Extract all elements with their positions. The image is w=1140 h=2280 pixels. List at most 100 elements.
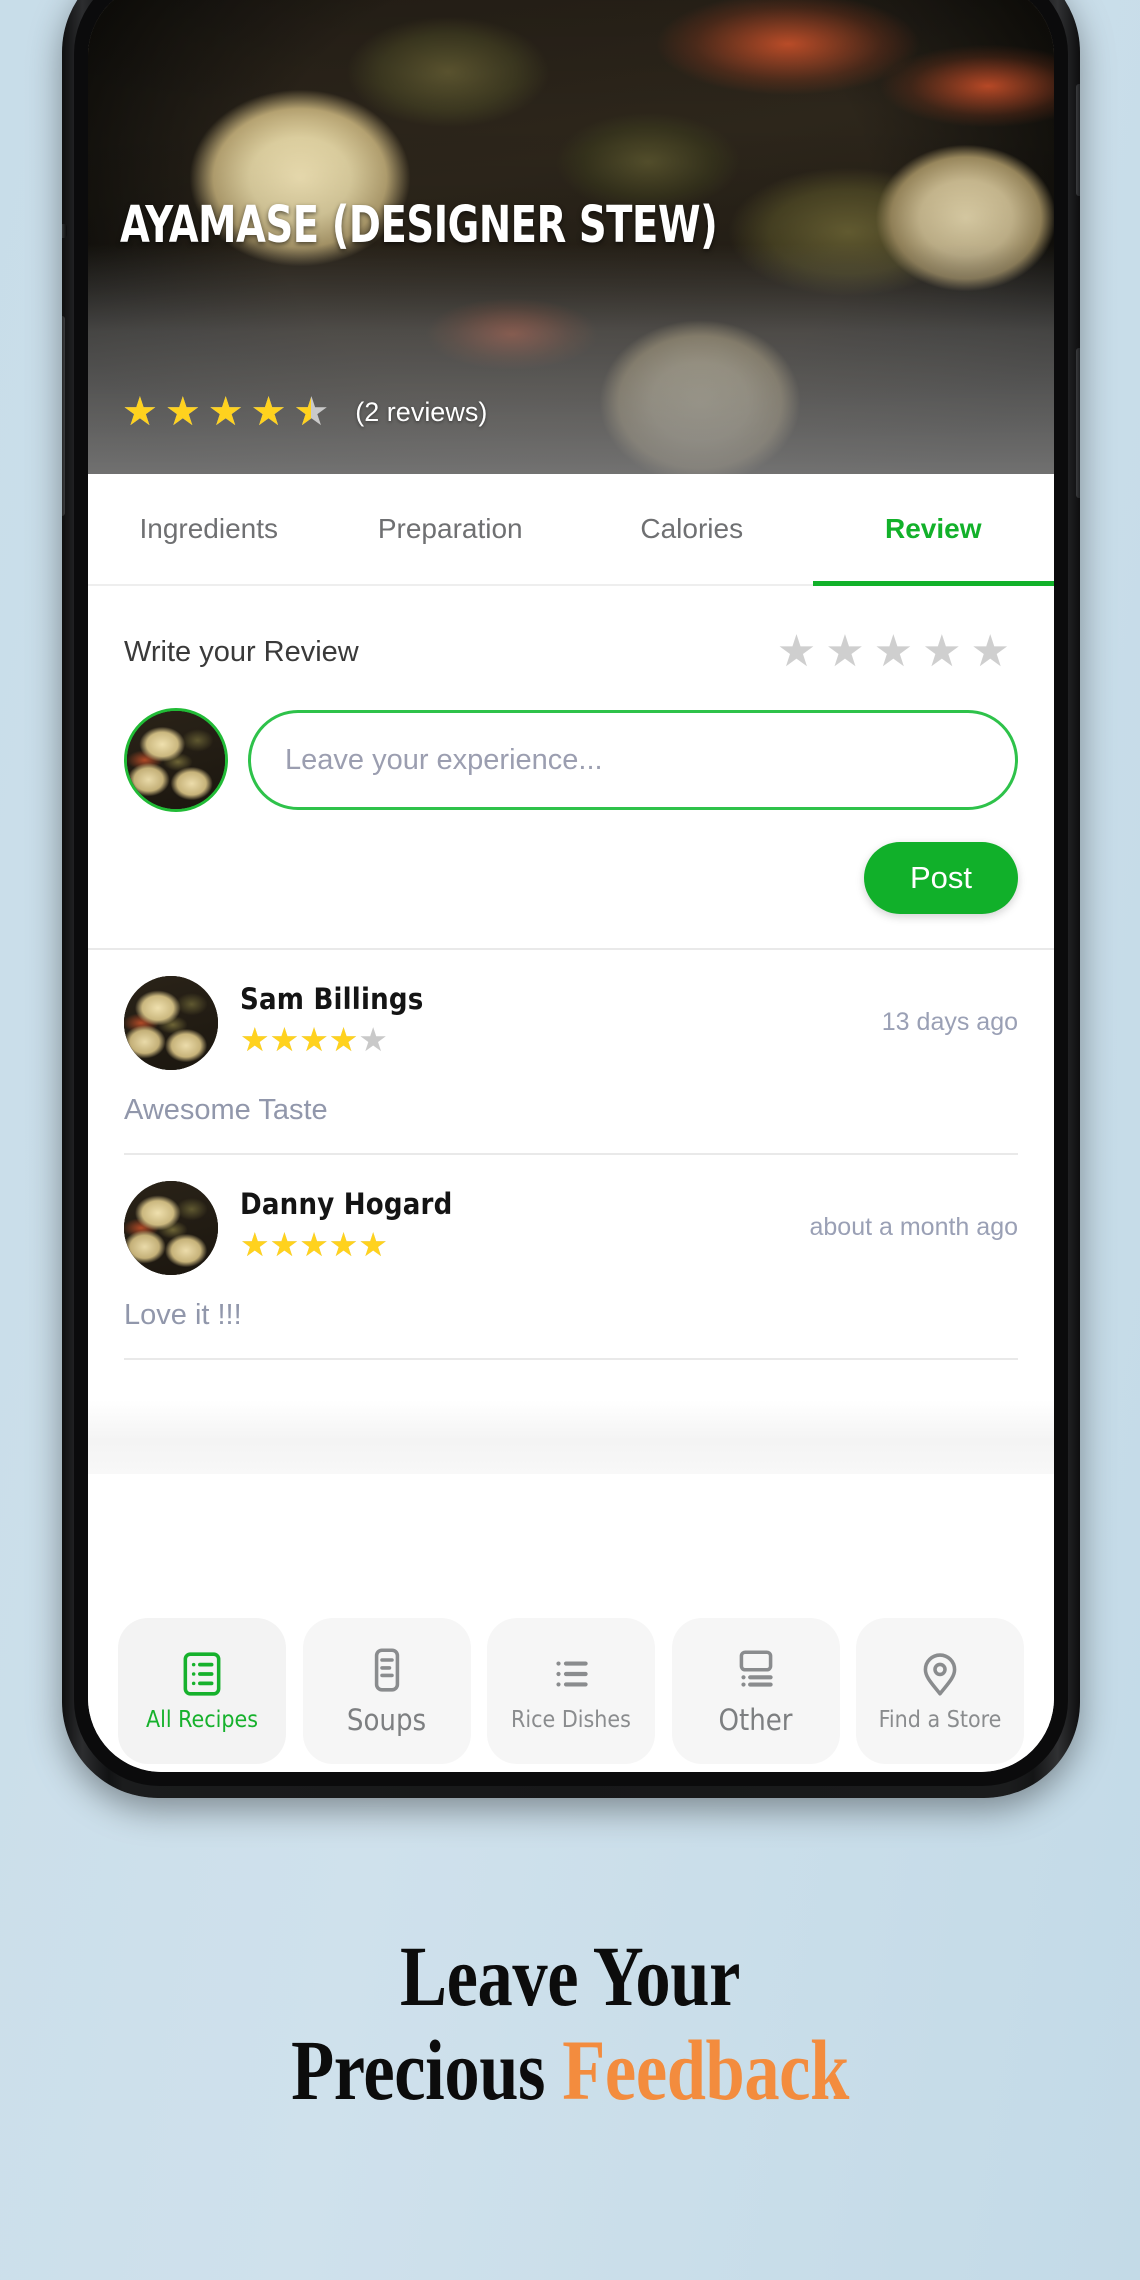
detail-tabs: Ingredients Preparation Calories Review xyxy=(88,474,1054,586)
star-fill: ★ xyxy=(164,392,201,432)
bottom-fade xyxy=(88,1400,1054,1474)
write-review-header: Write your Review ★ ★ ★ ★ ★ xyxy=(124,630,1018,674)
review-meta: Danny Hogard ★ ★ ★ ★ ★ ★ ★ ★ ★ ★ xyxy=(240,1181,453,1261)
star-icon: ★ xyxy=(358,1021,388,1058)
nav-item-label: Other xyxy=(718,1703,793,1737)
star-fill: ★ xyxy=(240,1023,270,1056)
nav-item-label: Find a Store xyxy=(878,1707,1002,1733)
promo-caption: Leave Your Precious Feedback xyxy=(0,1928,1140,2118)
post-button[interactable]: Post xyxy=(863,842,1018,914)
avatar xyxy=(124,708,228,812)
reviewer-name: Sam Billings xyxy=(240,982,424,1016)
review-timestamp: 13 days ago xyxy=(881,1008,1018,1036)
review-header: Sam Billings ★ ★ ★ ★ ★ ★ ★ ★ ★ 13 days ago xyxy=(124,976,1018,1070)
review-text: Awesome Taste xyxy=(124,1094,328,1126)
phone-screen: Ayamase (Designer Stew) ★★★★★★★★★★ (2 re… xyxy=(88,0,1054,1772)
phone-power-button[interactable] xyxy=(1076,84,1080,196)
avatar-photo xyxy=(127,711,225,809)
star-fill: ★ xyxy=(293,392,311,432)
phone-volume-button[interactable] xyxy=(62,316,65,516)
star-icon: ★★ xyxy=(269,1021,300,1058)
recipe-hero: Ayamase (Designer Stew) ★★★★★★★★★★ (2 re… xyxy=(88,0,1054,474)
write-review-section: Write your Review ★ ★ ★ ★ ★ Leave your exper… xyxy=(88,586,1054,950)
star-icon: ★★ xyxy=(240,1021,270,1058)
page-title: Ayamase (Designer Stew) xyxy=(120,196,718,255)
star-icon: ★ xyxy=(922,627,962,676)
star-icon: ★ xyxy=(873,627,914,676)
star-fill: ★ xyxy=(299,1228,329,1261)
review-input-row: Leave your experience... xyxy=(124,708,1018,812)
star-fill: ★ xyxy=(328,1023,359,1056)
tab-label: Calories xyxy=(640,513,744,544)
star-fill: ★ xyxy=(358,1228,388,1261)
review-list: Sam Billings ★ ★ ★ ★ ★ ★ ★ ★ ★ 13 days ago Awesome … xyxy=(88,950,1054,1360)
location-pin-icon xyxy=(923,1653,957,1696)
tab-label: Preparation xyxy=(377,513,523,544)
caption-line-2-plain: Precious xyxy=(291,2021,563,2118)
hero-rating-row: ★★★★★★★★★★ (2 reviews) xyxy=(122,392,487,432)
reviewer-name: Danny Hogard xyxy=(240,1187,453,1221)
recipe-list-icon xyxy=(183,1652,221,1696)
nav-item-label: Rice Dishes xyxy=(511,1707,631,1733)
star-fill: ★ xyxy=(269,1023,300,1056)
nav-item-all-recipes[interactable]: All Recipes xyxy=(118,1618,286,1764)
nav-item-label: All Recipes xyxy=(145,1707,259,1733)
tab-calories[interactable]: Calories xyxy=(571,474,813,584)
star-fill: ★ xyxy=(299,1023,329,1056)
avatar-photo xyxy=(124,976,218,1070)
star-fill: ★ xyxy=(207,392,244,432)
tab-label: Review xyxy=(885,513,982,544)
avatar xyxy=(124,1181,218,1275)
caption-line-1: Leave Your xyxy=(400,1928,740,2024)
star-icon: ★ xyxy=(825,627,865,676)
hero-star-rating: ★★★★★★★★★★ xyxy=(122,392,329,432)
caption-line-2-accent: Feedback xyxy=(562,2021,849,2118)
write-review-label: Write your Review xyxy=(124,635,359,668)
rating-input-stars[interactable]: ★ ★ ★ ★ ★ xyxy=(777,630,1018,674)
star-icon: ★★ xyxy=(328,1021,359,1058)
star-fill: ★ xyxy=(328,1228,359,1261)
star-icon: ★★ xyxy=(293,390,330,434)
star-icon: ★★ xyxy=(269,1226,300,1263)
bulleted-list-icon xyxy=(556,1661,588,1687)
review-star-rating: ★ ★ ★ ★ ★ ★ ★ ★ ★ ★ xyxy=(240,1228,453,1261)
nav-item-soups[interactable]: Soups xyxy=(302,1618,471,1764)
review-text: Love it !!! xyxy=(124,1299,242,1331)
caption-line-2: Precious Feedback xyxy=(103,2021,1038,2118)
star-icon: ★★ xyxy=(250,390,287,434)
star-icon: ★★ xyxy=(328,1226,359,1263)
star-fill: ★ xyxy=(240,1228,270,1261)
star-fill: ★ xyxy=(269,1228,300,1261)
nav-item-rice-dishes[interactable]: Rice Dishes xyxy=(487,1618,655,1764)
post-row: Post xyxy=(124,812,1018,948)
phone-mute-button[interactable] xyxy=(62,224,67,238)
tab-ingredients[interactable]: Ingredients xyxy=(88,474,330,584)
star-icon: ★ xyxy=(776,627,817,676)
review-meta: Sam Billings ★ ★ ★ ★ ★ ★ ★ ★ ★ xyxy=(240,976,423,1056)
review-star-rating: ★ ★ ★ ★ ★ ★ ★ ★ ★ xyxy=(240,1023,423,1056)
review-item: Danny Hogard ★ ★ ★ ★ ★ ★ ★ ★ ★ ★ about a month ago L… xyxy=(124,1155,1018,1360)
star-icon: ★★ xyxy=(240,1226,270,1263)
nav-item-find-a-store[interactable]: Find a Store xyxy=(856,1618,1024,1764)
star-icon: ★★ xyxy=(299,1226,329,1263)
review-input[interactable]: Leave your experience... xyxy=(248,710,1018,810)
star-fill: ★ xyxy=(250,392,287,432)
tab-preparation[interactable]: Preparation xyxy=(330,474,572,584)
review-count-label: (2 reviews) xyxy=(355,396,488,427)
soup-cup-icon xyxy=(374,1648,399,1692)
tab-review[interactable]: Review xyxy=(812,474,1054,586)
phone-side-button[interactable] xyxy=(1076,348,1080,498)
review-timestamp: about a month ago xyxy=(809,1213,1019,1241)
bottom-navigation: All Recipes Soups Rice Dishes Other Find a S… xyxy=(88,1604,1054,1772)
star-icon: ★★ xyxy=(164,390,201,434)
star-icon: ★★ xyxy=(299,1021,329,1058)
review-header: Danny Hogard ★ ★ ★ ★ ★ ★ ★ ★ ★ ★ about a month ago xyxy=(124,1181,1018,1275)
star-icon: ★★ xyxy=(122,390,158,434)
nav-item-other[interactable]: Other xyxy=(671,1618,840,1764)
review-item: Sam Billings ★ ★ ★ ★ ★ ★ ★ ★ ★ 13 days ago Awesome … xyxy=(124,950,1018,1155)
other-grid-icon xyxy=(739,1650,773,1687)
star-icon: ★★ xyxy=(358,1226,388,1263)
avatar xyxy=(124,976,218,1070)
star-icon: ★ xyxy=(970,627,1010,676)
phone-mockup-frame: Ayamase (Designer Stew) ★★★★★★★★★★ (2 re… xyxy=(62,0,1080,1798)
